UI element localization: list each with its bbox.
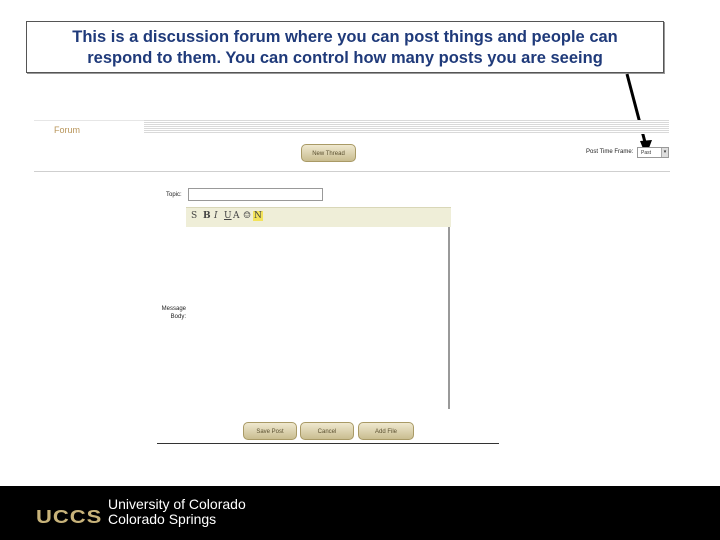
- cancel-button[interactable]: Cancel: [300, 422, 354, 440]
- spellcheck-icon[interactable]: S: [191, 211, 197, 221]
- add-file-button[interactable]: Add File: [358, 422, 414, 440]
- message-body-label-line-2: Body:: [170, 314, 186, 320]
- topic-label: Topic:: [166, 192, 182, 198]
- post-time-frame-select[interactable]: Past ▾: [637, 147, 669, 158]
- forum-header-bar: [144, 120, 669, 134]
- university-name: University of Colorado Colorado Springs: [108, 497, 246, 527]
- forum-tab-label: Forum: [54, 125, 81, 135]
- message-body-editor[interactable]: [186, 227, 450, 409]
- link-icon[interactable]: N: [253, 211, 263, 221]
- new-thread-button[interactable]: New Thread: [301, 144, 356, 162]
- post-time-frame-value: Past: [641, 150, 652, 156]
- university-name-line-1: University of Colorado: [108, 496, 246, 512]
- message-body-label: Message Body:: [158, 305, 186, 321]
- divider: [157, 443, 499, 444]
- italic-icon[interactable]: I: [214, 211, 218, 221]
- university-name-line-2: Colorado Springs: [108, 511, 217, 527]
- message-body-label-line-1: Message: [161, 306, 186, 312]
- emoticon-icon[interactable]: ☺: [243, 211, 251, 221]
- divider: [34, 171, 670, 172]
- bold-icon[interactable]: B: [203, 211, 211, 221]
- post-time-frame-label: Post Time Frame:: [586, 149, 634, 155]
- font-color-icon[interactable]: A: [233, 211, 240, 221]
- editor-toolbar: S B I U A ☺ N: [186, 207, 451, 227]
- forum-tab[interactable]: Forum: [34, 120, 144, 136]
- footer: UCCS University of Colorado Colorado Spr…: [0, 486, 720, 540]
- topic-input[interactable]: [188, 188, 323, 201]
- uccs-logo: UCCS: [36, 505, 103, 528]
- arrow-shaft: [625, 73, 648, 147]
- save-post-button[interactable]: Save Post: [243, 422, 297, 440]
- underline-icon[interactable]: U: [224, 211, 232, 221]
- chevron-down-icon[interactable]: ▾: [661, 148, 668, 157]
